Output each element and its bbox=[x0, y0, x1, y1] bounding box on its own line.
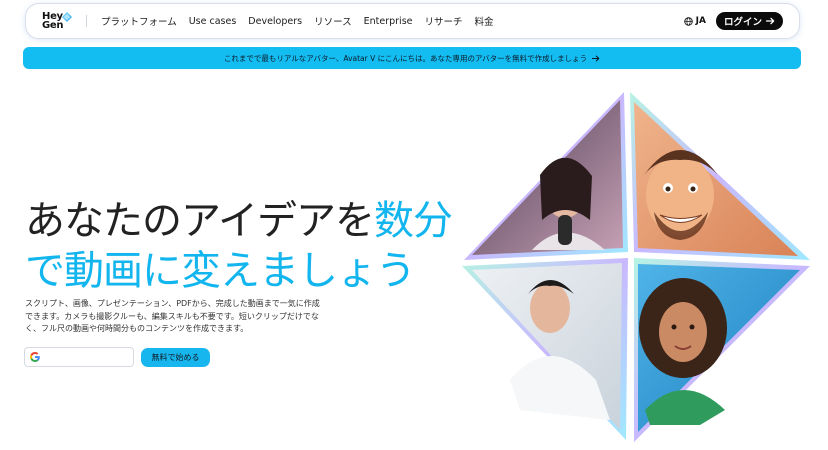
avatar-pane-cartoon-man bbox=[630, 92, 810, 260]
nav-item-research[interactable]: リサーチ bbox=[425, 14, 463, 28]
nav-divider bbox=[86, 15, 87, 27]
nav-menu: プラットフォーム Use cases Developers リソース Enter… bbox=[101, 14, 506, 29]
hero-title-accent2: で動画に変えましょう bbox=[25, 248, 416, 294]
nav-item-developers[interactable]: Developers bbox=[248, 16, 302, 27]
heygen-logo[interactable]: Hey Gen bbox=[42, 12, 76, 31]
announcement-banner[interactable]: これまでで最もリアルなアバター、Avatar V にこんにちは。あなた専用のアバ… bbox=[23, 47, 801, 69]
logo-text-gen: Gen bbox=[42, 20, 64, 31]
avatar-pane-woman-curly-hair bbox=[634, 258, 810, 442]
arrow-right-icon bbox=[766, 17, 775, 25]
nav-item-platform[interactable]: プラットフォーム bbox=[101, 14, 177, 28]
avatar-diamond-artwork bbox=[462, 92, 810, 442]
login-button[interactable]: ログイン bbox=[715, 12, 783, 30]
hero-title: あなたのアイデアを数分 で動画に変えましょう bbox=[25, 196, 495, 296]
top-navigation: Hey Gen プラットフォーム Use cases Developers リソ… bbox=[25, 3, 800, 39]
logo-diamond-icon bbox=[62, 12, 72, 22]
nav-right: JA ログイン bbox=[683, 12, 783, 30]
nav-item-enterprise[interactable]: Enterprise bbox=[364, 16, 413, 27]
nav-item-pricing[interactable]: 料金 bbox=[475, 14, 494, 28]
login-label: ログイン bbox=[723, 17, 762, 28]
avatar-pane-woman-microphone bbox=[464, 92, 628, 260]
globe-icon bbox=[683, 16, 693, 26]
avatar-pane-man-white-shirt bbox=[462, 258, 628, 440]
google-signin-button[interactable] bbox=[24, 347, 134, 367]
banner-text: これまでで最もリアルなアバター、Avatar V にこんにちは。あなた専用のアバ… bbox=[223, 53, 588, 63]
arrow-right-icon bbox=[592, 55, 600, 61]
hero-description: スクリプト、画像、プレゼンテーション、PDFから、完成した動画まで一気に作成でき… bbox=[25, 299, 320, 333]
nav-item-resources[interactable]: リソース bbox=[314, 14, 352, 28]
nav-item-use-cases[interactable]: Use cases bbox=[189, 16, 237, 27]
language-selector[interactable]: JA bbox=[683, 16, 706, 26]
google-icon bbox=[30, 352, 40, 362]
hero-title-part1: あなたのアイデアを bbox=[25, 198, 375, 244]
start-free-button[interactable]: 無料で始める bbox=[141, 348, 210, 367]
language-label: JA bbox=[695, 16, 706, 26]
